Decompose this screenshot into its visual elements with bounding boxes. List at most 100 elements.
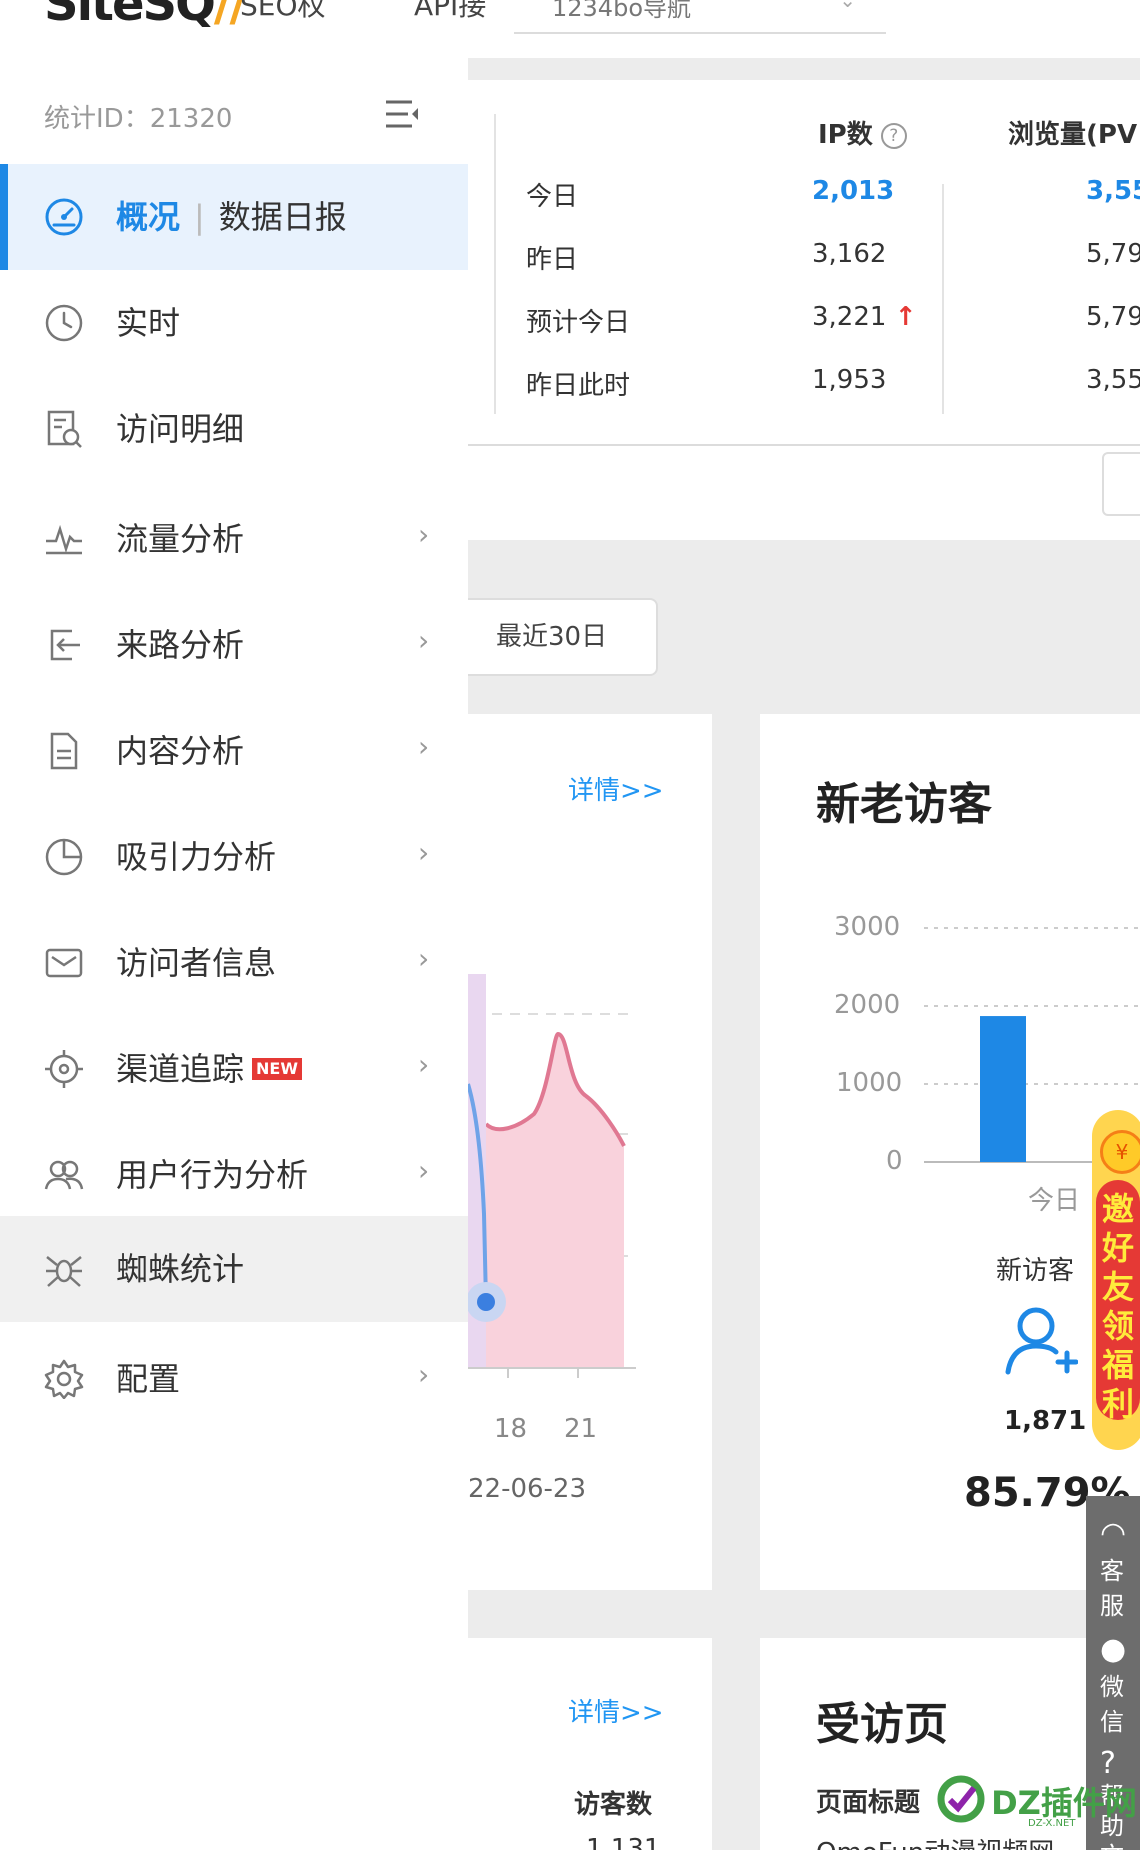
- column-header: 访客数: [574, 1790, 653, 1820]
- yesterday-pv: 5,79: [1086, 239, 1140, 269]
- sidebar-item-visitor-info[interactable]: 访问者信息 ›: [0, 910, 468, 1016]
- add-user-icon: [1005, 1307, 1078, 1375]
- y-tick-label: 0: [886, 1146, 903, 1176]
- wechat-icon: ●: [1100, 1632, 1127, 1667]
- clock-icon: [45, 304, 83, 342]
- trend-card: 详情>> 18 21 22-06-23: [468, 714, 712, 1590]
- ip-count-header: IP数?: [818, 114, 907, 151]
- tab-api[interactable]: API接: [414, 0, 486, 24]
- sidebar-item-label: 概况: [116, 198, 181, 236]
- site-select[interactable]: 1234bo导航 ⌄: [514, 0, 886, 34]
- gear-icon: [44, 1359, 84, 1399]
- date-label: 22-06-23: [468, 1474, 587, 1504]
- sidebar-item-realtime[interactable]: 实时: [0, 270, 468, 376]
- sidebar-item-label: 访问明细: [116, 410, 245, 448]
- column-header: 页面标题: [816, 1788, 921, 1818]
- row-label-forecast: 预计今日: [526, 308, 631, 338]
- speedometer-icon: [45, 198, 83, 236]
- row-label-yesterday-now: 昨日此时: [526, 371, 631, 401]
- separator: |: [194, 198, 205, 236]
- chevron-right-icon: ›: [418, 1048, 430, 1081]
- pie-chart-icon: [45, 838, 83, 876]
- chevron-right-icon: ›: [418, 942, 430, 975]
- sidebar-item-label: 渠道追踪: [116, 1050, 245, 1088]
- document-search-icon: [47, 410, 82, 448]
- sidebar-item-referrer-analysis[interactable]: 来路分析 ›: [0, 592, 468, 698]
- site-select-value: 1234bo导航: [552, 0, 691, 22]
- sidebar-item-label: 蜘蛛统计: [116, 1250, 245, 1288]
- sidebar-item-spider-stats[interactable]: 蜘蛛统计: [0, 1216, 468, 1322]
- new-old-visitor-card: 新老访客 3000 2000 1000 0 今日 新访客 1,871 85.79…: [760, 714, 1140, 1590]
- detail-link[interactable]: 详情>>: [568, 1692, 664, 1729]
- sidebar-item-label: 吸引力分析: [116, 838, 277, 876]
- sidebar-item-content-analysis[interactable]: 内容分析 ›: [0, 698, 468, 804]
- stats-table: IP数? 浏览量(PV 今日 2,013 3,55 昨日 3,162 5,79 …: [468, 80, 1140, 446]
- users-icon: [44, 1160, 84, 1190]
- help-icon[interactable]: ?: [880, 123, 907, 149]
- sidebar-item-channel-tracking[interactable]: 渠道追踪 NEW ›: [0, 1016, 468, 1122]
- yesterday-ip: 3,162: [812, 239, 887, 269]
- sidebar-item-label: 来路分析: [116, 626, 245, 664]
- sidebar-item-label: 内容分析: [116, 732, 245, 770]
- trend-chart: [468, 974, 636, 1378]
- sidebar-item-traffic-analysis[interactable]: 流量分析 ›: [0, 486, 468, 592]
- x-tick-label: 18: [494, 1414, 528, 1444]
- today-ip: 2,013: [812, 176, 895, 206]
- today-pv: 3,55: [1086, 176, 1140, 206]
- visitor-count: 1,131: [586, 1834, 661, 1850]
- new-visitor-count: 1,871: [1004, 1406, 1087, 1436]
- more-button[interactable]: [1102, 452, 1140, 516]
- sidebar-item-overview[interactable]: 概况 | 数据日报: [0, 164, 468, 270]
- chevron-right-icon: ›: [418, 836, 430, 869]
- sidebar-item-visit-details[interactable]: 访问明细: [0, 376, 468, 482]
- sidebar-item-label: 实时: [116, 304, 181, 342]
- chart-point: [477, 1293, 495, 1311]
- chevron-right-icon: ›: [418, 730, 430, 763]
- new-visitor-label: 新访客: [996, 1256, 1075, 1286]
- customer-service-button[interactable]: ◠ 客服: [1086, 1516, 1140, 1621]
- stat-id: 统计ID：21320: [44, 104, 233, 134]
- yesterday-now-pv: 3,55: [1086, 365, 1140, 395]
- pulse-icon: [46, 524, 82, 555]
- bar-new-visitors: [980, 1016, 1026, 1162]
- sidebar-item-label: 配置: [116, 1360, 181, 1398]
- menu-collapse-icon[interactable]: [384, 98, 420, 130]
- card-title: 新老访客: [816, 779, 992, 830]
- sidebar-item-config[interactable]: 配置 ›: [0, 1326, 468, 1432]
- sidebar-item-label: 用户行为分析: [116, 1156, 309, 1194]
- target-icon: [45, 1050, 83, 1088]
- divider: [942, 184, 944, 414]
- daily-report-link[interactable]: 数据日报: [219, 198, 347, 236]
- chart-area-fill: [486, 1034, 624, 1368]
- x-tick-label: 21: [564, 1414, 598, 1444]
- tab-seo[interactable]: SEO权: [240, 0, 326, 24]
- y-tick-label: 1000: [836, 1068, 903, 1098]
- chevron-right-icon: ›: [418, 1154, 430, 1187]
- top-header: SiteSQ// SEO权 API接 1234bo导航 ⌄: [0, 0, 1140, 58]
- site-logo[interactable]: SiteSQ//: [44, 0, 247, 32]
- chevron-right-icon: ›: [418, 624, 430, 657]
- pv-header: 浏览量(PV: [1008, 120, 1138, 150]
- page-title-link[interactable]: OmoFun动漫视频网: [816, 1832, 1054, 1850]
- detail-link[interactable]: 详情>>: [568, 770, 664, 807]
- chevron-right-icon: ›: [418, 1358, 430, 1391]
- watermark-logo-icon: [937, 1775, 985, 1823]
- forecast-ip: 3,221 ↑: [812, 302, 917, 332]
- sidebar-item-user-behavior[interactable]: 用户行为分析 ›: [0, 1122, 468, 1228]
- card-title: 受访页: [816, 1699, 948, 1750]
- y-tick-label: 2000: [834, 990, 901, 1020]
- new-badge: NEW: [252, 1058, 302, 1080]
- envelope-icon: [45, 948, 83, 978]
- visitors-card: 详情>> 访客数 1,131: [468, 1638, 712, 1850]
- y-tick-label: 3000: [834, 912, 901, 942]
- headset-icon: ◠: [1100, 1516, 1127, 1551]
- forecast-pv: 5,79: [1086, 302, 1140, 332]
- wechat-button[interactable]: ● 微信: [1086, 1632, 1140, 1737]
- sidebar-item-attraction-analysis[interactable]: 吸引力分析 ›: [0, 804, 468, 910]
- x-tick-label: 今日: [1028, 1186, 1081, 1216]
- trend-up-icon: ↑: [894, 302, 917, 332]
- row-label-yesterday: 昨日: [526, 245, 579, 275]
- spider-icon: [46, 1256, 82, 1287]
- promo-text: 邀好友领福利: [1101, 1190, 1134, 1423]
- stats-footer: [468, 446, 1140, 540]
